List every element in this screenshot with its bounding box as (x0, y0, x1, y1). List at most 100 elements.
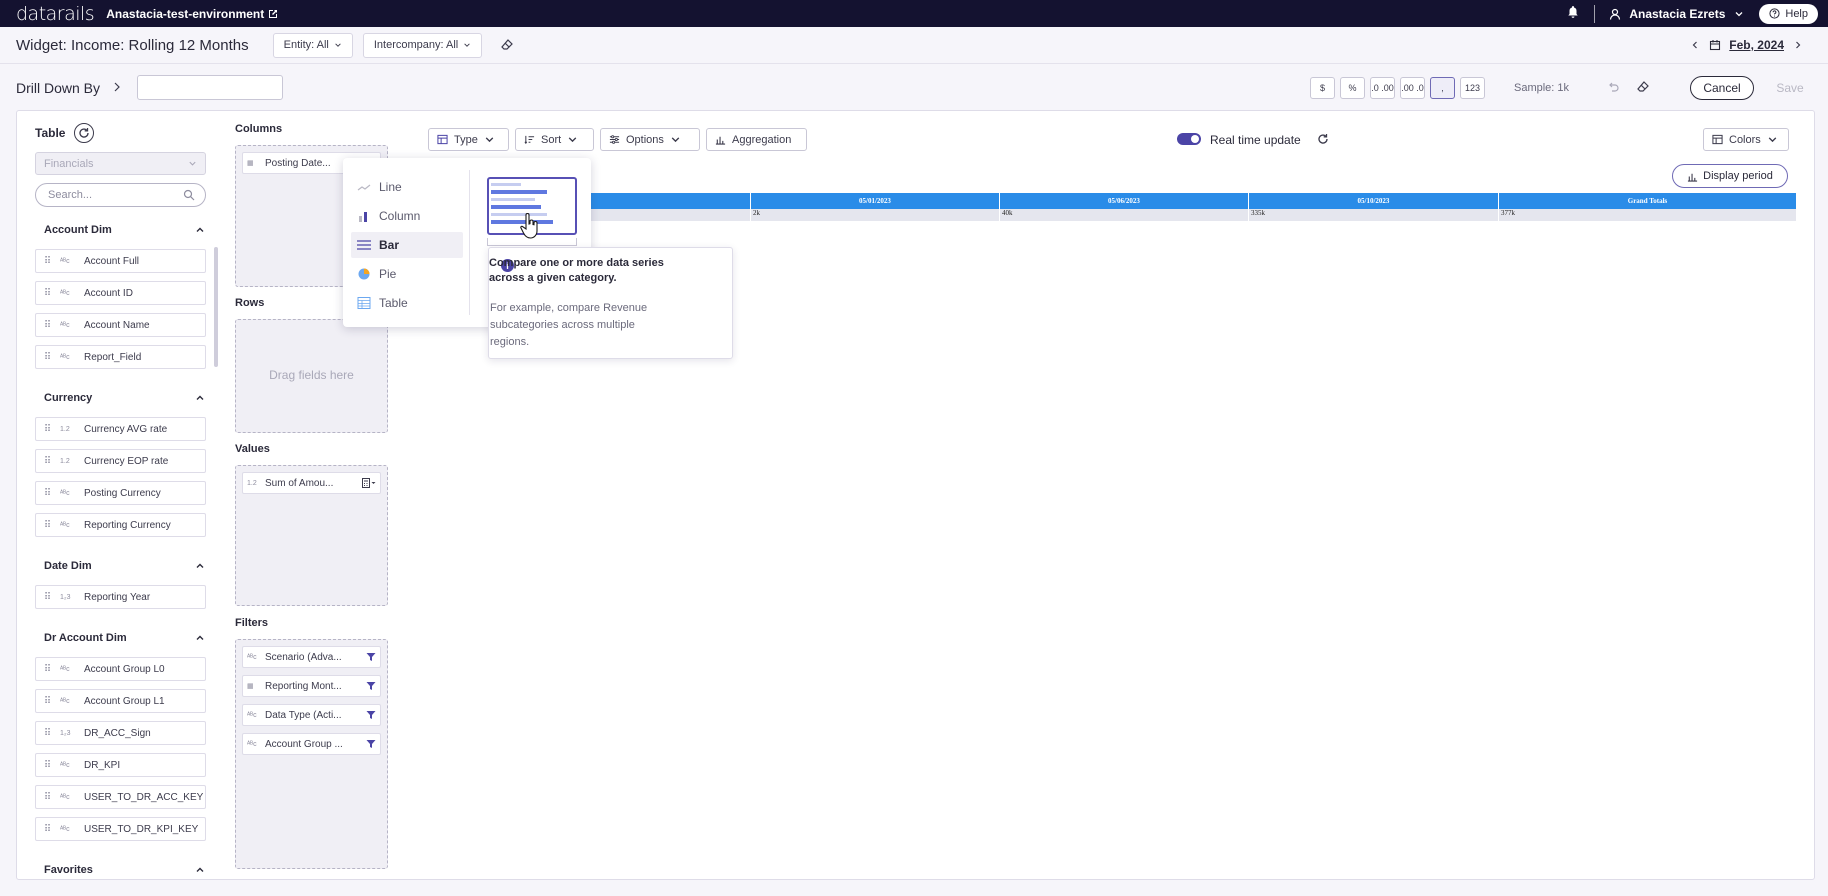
drag-handle-icon[interactable]: ⠿ (40, 824, 54, 835)
field-item[interactable]: ⠿ ᴬᴮc Reporting Currency (35, 513, 206, 537)
table-select[interactable]: Financials (35, 152, 206, 175)
section-header[interactable]: Dr Account Dim (35, 623, 211, 653)
chevron-up-icon[interactable] (195, 561, 205, 571)
filter-chip[interactable]: ᴬᴮc Scenario (Adva... (242, 646, 381, 668)
chart-type-bar[interactable]: Bar (351, 232, 463, 258)
refresh-icon[interactable] (1317, 133, 1329, 145)
filter-funnel-icon[interactable] (366, 710, 376, 720)
filter-funnel-icon[interactable] (366, 652, 376, 662)
drag-handle-icon[interactable]: ⠿ (40, 696, 54, 707)
numeric-type-icon: 1.2 (247, 479, 257, 487)
chevron-up-icon[interactable] (195, 393, 205, 403)
aggregation-chart-icon (715, 136, 726, 145)
field-item[interactable]: ⠿ 1₂3 DR_ACC_Sign (35, 721, 206, 745)
field-item[interactable]: ⠿ ᴬᴮc USER_TO_DR_ACC_KEY (35, 785, 206, 809)
field-type-icon: ᴬᴮc (60, 489, 70, 497)
intercompany-filter-button[interactable]: Intercompany: All (362, 32, 483, 58)
field-item[interactable]: ⠿ 1.2 Currency EOP rate (35, 449, 206, 473)
field-list-scrollbar[interactable] (214, 247, 218, 367)
help-button[interactable]: Help (1759, 3, 1818, 24)
filter-funnel-icon[interactable] (366, 739, 376, 749)
drag-handle-icon[interactable]: ⠿ (40, 256, 54, 267)
user-menu[interactable]: Anastacia Ezrets (1609, 7, 1745, 21)
options-button[interactable]: Options (600, 128, 700, 151)
undo-icon[interactable] (1606, 80, 1620, 94)
chevron-down-icon (189, 161, 196, 166)
field-item[interactable]: ⠿ 1.2 Currency AVG rate (35, 417, 206, 441)
section-header[interactable]: Date Dim (35, 551, 211, 581)
filters-drop-zone[interactable]: ᴬᴮc Scenario (Adva... ▦ Reporting Mont... ᴬᴮ… (235, 639, 388, 869)
thousands-separator-button[interactable]: , (1430, 77, 1455, 99)
drag-handle-icon[interactable]: ⠿ (40, 520, 54, 531)
rows-drop-zone[interactable]: Drag fields here (235, 319, 388, 433)
sort-button[interactable]: Sort (515, 128, 594, 151)
drag-handle-icon[interactable]: ⠿ (40, 288, 54, 299)
drill-down-input[interactable] (137, 75, 283, 100)
filter-chip[interactable]: ᴬᴮc Account Group ... (242, 733, 381, 755)
refresh-table-button[interactable] (74, 123, 95, 143)
display-period-button[interactable]: Display period (1672, 164, 1788, 188)
values-drop-zone[interactable]: 1.2 Sum of Amou... (235, 465, 388, 606)
filter-funnel-icon[interactable] (366, 681, 376, 691)
field-item[interactable]: ⠿ ᴬᴮc DR_KPI (35, 753, 206, 777)
field-item[interactable]: ⠿ ᴬᴮc Report_Field (35, 345, 206, 369)
currency-format-button[interactable]: $ (1310, 77, 1335, 99)
field-item[interactable]: ⠿ ᴬᴮc USER_TO_DR_KPI_KEY (35, 817, 206, 841)
field-item[interactable]: ⠿ ᴬᴮc Posting Currency (35, 481, 206, 505)
field-item[interactable]: ⠿ 1₂3 Reporting Year (35, 585, 206, 609)
field-item[interactable]: ⠿ ᴬᴮc Account ID (35, 281, 206, 305)
chart-type-column[interactable]: Column (351, 203, 463, 229)
section-header[interactable]: Currency (35, 383, 211, 413)
decrease-decimals-button[interactable]: .00 .0 (1400, 77, 1425, 99)
notification-bell-icon[interactable] (1566, 5, 1580, 22)
chart-icon (1688, 173, 1698, 182)
entity-filter-button[interactable]: Entity: All (272, 32, 353, 58)
filter-chip[interactable]: ᴬᴮc Data Type (Acti... (242, 704, 381, 726)
drag-handle-icon[interactable]: ⠿ (40, 488, 54, 499)
field-search-input[interactable]: Search... (35, 183, 206, 207)
field-item[interactable]: ⠿ ᴬᴮc Account Name (35, 313, 206, 337)
chevron-left-icon[interactable] (1689, 39, 1701, 51)
aggregation-button[interactable]: Aggregation (706, 128, 807, 151)
datarails-logo[interactable]: datarails (16, 3, 95, 25)
clear-filters-eraser-icon[interactable] (500, 38, 514, 52)
drag-handle-icon[interactable]: ⠿ (40, 352, 54, 363)
save-button[interactable]: Save (1768, 76, 1812, 100)
user-name: Anastacia Ezrets (1629, 6, 1726, 21)
cancel-button[interactable]: Cancel (1690, 76, 1754, 100)
field-item[interactable]: ⠿ ᴬᴮc Account Group L0 (35, 657, 206, 681)
field-item[interactable]: ⠿ ᴬᴮc Account Full (35, 249, 206, 273)
number-scale-button[interactable]: 123 (1460, 77, 1485, 99)
section-header[interactable]: Favorites (35, 855, 211, 879)
field-name: Account Group L0 (84, 663, 165, 675)
drag-handle-icon[interactable]: ⠿ (40, 728, 54, 739)
drag-handle-icon[interactable]: ⠿ (40, 320, 54, 331)
increase-decimals-button[interactable]: .0 .00 (1370, 77, 1395, 99)
tooltip-title-line: across a given category. (489, 272, 617, 284)
chevron-up-icon[interactable] (195, 633, 205, 643)
chevron-right-icon[interactable] (1792, 39, 1804, 51)
colors-button[interactable]: Colors (1703, 128, 1789, 151)
values-field-chip[interactable]: 1.2 Sum of Amou... (242, 472, 381, 494)
chart-type-button[interactable]: Type (428, 128, 509, 151)
filter-chip[interactable]: ▦ Reporting Mont... (242, 675, 381, 697)
percent-format-button[interactable]: % (1340, 77, 1365, 99)
real-time-update-toggle[interactable] (1177, 133, 1201, 145)
chart-type-pie[interactable]: Pie (351, 261, 463, 287)
environment-link[interactable]: Anastacia-test-environment (106, 7, 278, 21)
chart-type-line[interactable]: Line (351, 174, 463, 200)
chart-type-table[interactable]: Table (351, 290, 463, 316)
chevron-up-icon[interactable] (195, 865, 205, 875)
calculator-dropdown-icon[interactable] (362, 478, 376, 488)
drag-handle-icon[interactable]: ⠿ (40, 456, 54, 467)
eraser-icon[interactable] (1636, 80, 1650, 94)
selected-date[interactable]: Feb, 2024 (1729, 38, 1784, 52)
drag-handle-icon[interactable]: ⠿ (40, 592, 54, 603)
drag-handle-icon[interactable]: ⠿ (40, 760, 54, 771)
drag-handle-icon[interactable]: ⠿ (40, 424, 54, 435)
field-item[interactable]: ⠿ ᴬᴮc Account Group L1 (35, 689, 206, 713)
chevron-up-icon[interactable] (195, 225, 205, 235)
drag-handle-icon[interactable]: ⠿ (40, 664, 54, 675)
drag-handle-icon[interactable]: ⠿ (40, 792, 54, 803)
section-header[interactable]: Account Dim (35, 215, 211, 245)
